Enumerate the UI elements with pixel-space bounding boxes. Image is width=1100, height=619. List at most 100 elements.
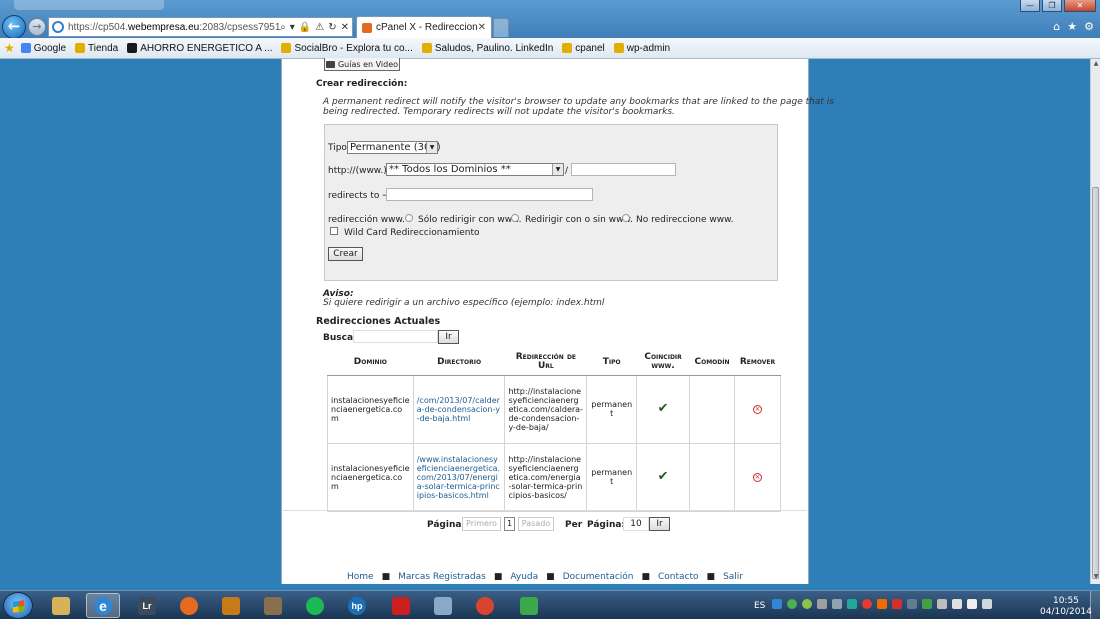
settings-gear-icon[interactable]: ⚙ [1084, 20, 1094, 33]
pager-current-page[interactable]: 1 [504, 517, 515, 531]
taskbar-spotify[interactable] [298, 593, 332, 618]
lightroom-icon: Lr [138, 596, 156, 615]
taskbar-explorer[interactable] [44, 593, 78, 618]
remove-icon[interactable]: × [752, 473, 762, 482]
favorite-google[interactable]: Google [20, 43, 66, 54]
tray-chrome-icon[interactable] [862, 599, 872, 609]
footer-link-marcas[interactable]: Marcas Registradas [398, 572, 486, 582]
favorite-socialbro[interactable]: SocialBro - Explora tu co... [281, 43, 413, 54]
pager-previous-button[interactable]: Pasado [518, 517, 554, 531]
taskbar-acrobat[interactable] [384, 593, 418, 618]
address-bar[interactable]: https://cp504.webempresa.eu:2083/cpsess7… [48, 17, 353, 37]
search-icon[interactable]: ⌕ [280, 22, 286, 33]
forward-button[interactable]: → [28, 18, 46, 36]
system-clock[interactable]: 10:55 04/10/2014 [1040, 596, 1092, 618]
favorite-linkedin[interactable]: Saludos, Paulino. LinkedIn [421, 43, 553, 54]
favorites-icon[interactable]: ★ [1067, 20, 1077, 33]
tray-hp-icon[interactable] [907, 599, 917, 609]
taskbar-app[interactable] [214, 593, 248, 618]
tray-bell-icon[interactable] [817, 599, 827, 609]
footer-link-ayuda[interactable]: Ayuda [510, 572, 538, 582]
per-page-input[interactable]: 10 [623, 517, 649, 531]
scroll-up-icon[interactable]: ▲ [1092, 60, 1100, 70]
tray-green-icon[interactable] [787, 599, 797, 609]
refresh-icon[interactable]: ↻ [328, 22, 336, 33]
footer-link-salir[interactable]: Salir [723, 572, 743, 582]
taskbar-notes[interactable] [426, 593, 460, 618]
dropdown-icon[interactable]: ▾ [290, 22, 295, 33]
favorites-star-icon[interactable]: ★ [4, 41, 15, 55]
favorite-tienda[interactable]: Tienda [75, 43, 118, 54]
domain-select[interactable]: ** Todos los Dominios ** ▼ [386, 163, 564, 176]
taskbar-chrome[interactable] [468, 593, 502, 618]
minimize-button[interactable]: — [1020, 0, 1040, 12]
tray-app-icon[interactable] [832, 599, 842, 609]
footer-link-home[interactable]: Home [347, 572, 374, 582]
taskbar-hp[interactable]: hp [340, 593, 374, 618]
language-indicator[interactable]: ES [754, 601, 765, 611]
search-input[interactable] [353, 330, 438, 343]
video-guides-button[interactable]: Guías en Video [324, 58, 400, 71]
tray-fire-icon[interactable] [877, 599, 887, 609]
www-redirect-label: redirección www. : [328, 215, 411, 225]
background-tab[interactable] [14, 0, 164, 10]
cell-directory-link[interactable]: /com/2013/07/caldera-de-condensacion-y-d… [412, 374, 506, 444]
tray-gear-icon[interactable] [847, 599, 857, 609]
search-go-button[interactable]: Ir [438, 330, 459, 344]
footer-link-contacto[interactable]: Contacto [658, 572, 699, 582]
favorite-wp-admin[interactable]: wp-admin [613, 43, 670, 54]
show-desktop-button[interactable] [1090, 591, 1100, 619]
taskbar-internet-explorer[interactable]: e [86, 593, 120, 618]
footer-link-documentacion[interactable]: Documentación [563, 572, 634, 582]
action-center-icon[interactable] [937, 599, 947, 609]
start-button[interactable] [3, 592, 33, 619]
tab-cpanel-redirecciones[interactable]: cPanel X - Redirecciones ✕ [356, 16, 492, 38]
chevron-down-icon[interactable]: ▼ [426, 142, 437, 153]
home-icon[interactable]: ⌂ [1053, 20, 1060, 33]
scroll-thumb[interactable] [1092, 187, 1099, 579]
radio-with-or-without-www[interactable] [511, 214, 519, 222]
chrome-icon [476, 596, 494, 615]
taskbar-remote[interactable] [256, 593, 290, 618]
taskbar-firefox[interactable] [172, 593, 206, 618]
tab-close-icon[interactable]: ✕ [478, 22, 486, 33]
taskbar-photos[interactable] [512, 593, 546, 618]
redirects-to-input[interactable] [386, 188, 593, 201]
power-icon[interactable] [982, 599, 992, 609]
radio-no-www[interactable] [622, 214, 630, 222]
close-window-button[interactable]: ✕ [1064, 0, 1096, 12]
tray-green2-icon[interactable] [922, 599, 932, 609]
stop-icon[interactable]: ✕ [341, 22, 349, 33]
new-tab-button[interactable] [493, 18, 509, 37]
maximize-button[interactable]: ❐ [1042, 0, 1062, 12]
path-input[interactable] [571, 163, 676, 176]
warning-icon[interactable]: ⚠ [315, 22, 324, 33]
tray-status-icon[interactable] [802, 599, 812, 609]
back-button[interactable]: ← [2, 15, 26, 39]
url-text[interactable]: https://cp504.webempresa.eu:2083/cpsess7… [68, 22, 280, 33]
path-slash: / [565, 166, 569, 176]
volume-icon[interactable] [967, 599, 977, 609]
lock-icon[interactable]: 🔒 [299, 22, 311, 33]
scroll-down-icon[interactable]: ▼ [1092, 573, 1100, 583]
favorite-ahorro[interactable]: AHORRO ENERGETICO A ... [127, 43, 272, 54]
redirect-type-select[interactable]: Permanente (301) ▼ [347, 141, 441, 154]
favorite-cpanel[interactable]: cpanel [562, 43, 605, 54]
radio-only-www[interactable] [405, 214, 413, 222]
crear-button[interactable]: Crear [328, 247, 363, 261]
wildcard-checkbox[interactable] [330, 227, 338, 235]
redirects-to-label: redirects to → [328, 191, 390, 201]
cell-directory-link[interactable]: /www.instalacionesyeficienciaenergetica.… [412, 442, 506, 512]
remove-icon[interactable]: × [752, 405, 762, 414]
page-icon [75, 43, 86, 53]
network-icon[interactable] [952, 599, 962, 609]
tray-acrobat-icon[interactable] [892, 599, 902, 609]
column-header-domain: Dominio [327, 350, 414, 376]
cell-remove: × [733, 442, 782, 512]
pager-first-button[interactable]: Primero [462, 517, 501, 531]
vertical-scrollbar[interactable]: ▲ ▼ [1090, 59, 1100, 584]
per-page-go-button[interactable]: Ir [649, 517, 670, 531]
chevron-down-icon[interactable]: ▼ [552, 164, 563, 175]
taskbar-lightroom[interactable]: Lr [130, 593, 164, 618]
bluetooth-icon[interactable] [772, 599, 782, 609]
